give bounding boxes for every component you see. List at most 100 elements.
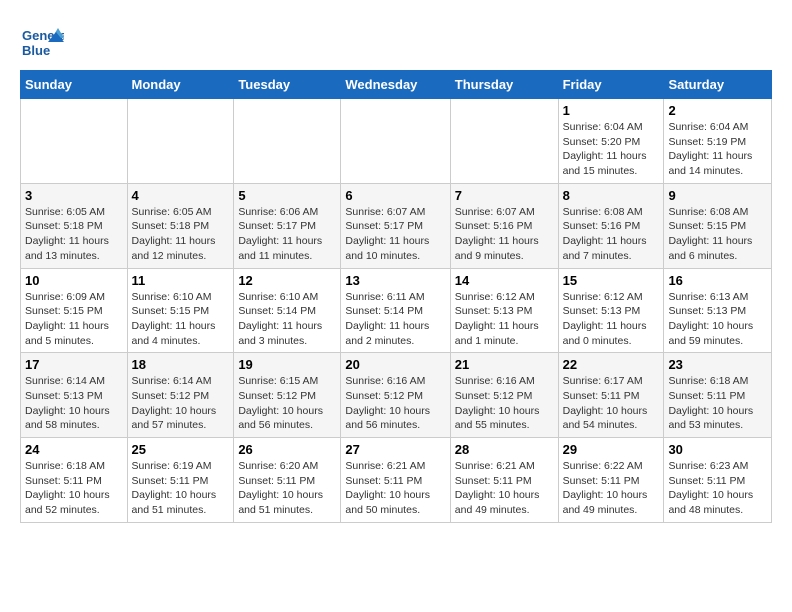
day-info: Sunrise: 6:08 AM Sunset: 5:16 PM Dayligh…: [563, 205, 660, 264]
day-header: Friday: [558, 71, 664, 99]
calendar-cell: [21, 99, 128, 184]
svg-text:Blue: Blue: [22, 43, 50, 58]
calendar-cell: 23 Sunrise: 6:18 AM Sunset: 5:11 PM Dayli…: [664, 353, 772, 438]
calendar-cell: 20 Sunrise: 6:16 AM Sunset: 5:12 PM Dayli…: [341, 353, 450, 438]
day-info: Sunrise: 6:10 AM Sunset: 5:14 PM Dayligh…: [238, 290, 336, 349]
day-header: Monday: [127, 71, 234, 99]
day-number: 10: [25, 273, 123, 288]
day-number: 1: [563, 103, 660, 118]
day-header: Thursday: [450, 71, 558, 99]
day-number: 8: [563, 188, 660, 203]
day-info: Sunrise: 6:16 AM Sunset: 5:12 PM Dayligh…: [455, 374, 554, 433]
day-number: 18: [132, 357, 230, 372]
day-number: 13: [345, 273, 445, 288]
calendar-cell: [341, 99, 450, 184]
calendar-cell: 9 Sunrise: 6:08 AM Sunset: 5:15 PM Daylig…: [664, 183, 772, 268]
calendar-cell: 29 Sunrise: 6:22 AM Sunset: 5:11 PM Dayli…: [558, 438, 664, 523]
calendar-week-row: 17 Sunrise: 6:14 AM Sunset: 5:13 PM Dayli…: [21, 353, 772, 438]
day-info: Sunrise: 6:08 AM Sunset: 5:15 PM Dayligh…: [668, 205, 767, 264]
calendar-cell: 26 Sunrise: 6:20 AM Sunset: 5:11 PM Dayli…: [234, 438, 341, 523]
day-info: Sunrise: 6:14 AM Sunset: 5:13 PM Dayligh…: [25, 374, 123, 433]
day-number: 12: [238, 273, 336, 288]
day-info: Sunrise: 6:12 AM Sunset: 5:13 PM Dayligh…: [455, 290, 554, 349]
calendar-cell: 13 Sunrise: 6:11 AM Sunset: 5:14 PM Dayli…: [341, 268, 450, 353]
calendar-week-row: 24Sunrise: 6:18 AM Sunset: 5:11 PM Dayli…: [21, 438, 772, 523]
logo: General Blue: [20, 20, 66, 60]
day-info: Sunrise: 6:20 AM Sunset: 5:11 PM Dayligh…: [238, 459, 336, 518]
calendar-cell: 17 Sunrise: 6:14 AM Sunset: 5:13 PM Dayli…: [21, 353, 128, 438]
calendar-cell: 30 Sunrise: 6:23 AM Sunset: 5:11 PM Dayli…: [664, 438, 772, 523]
day-number: 9: [668, 188, 767, 203]
calendar-cell: 18Sunrise: 6:14 AM Sunset: 5:12 PM Dayli…: [127, 353, 234, 438]
day-number: 22: [563, 357, 660, 372]
day-number: 21: [455, 357, 554, 372]
day-info: Sunrise: 6:18 AM Sunset: 5:11 PM Dayligh…: [25, 459, 123, 518]
day-info: Sunrise: 6:15 AM Sunset: 5:12 PM Dayligh…: [238, 374, 336, 433]
calendar-cell: 5 Sunrise: 6:06 AM Sunset: 5:17 PM Daylig…: [234, 183, 341, 268]
day-info: Sunrise: 6:12 AM Sunset: 5:13 PM Dayligh…: [563, 290, 660, 349]
day-number: 2: [668, 103, 767, 118]
day-info: Sunrise: 6:04 AM Sunset: 5:20 PM Dayligh…: [563, 120, 660, 179]
calendar-table: SundayMondayTuesdayWednesdayThursdayFrid…: [20, 70, 772, 523]
day-number: 17: [25, 357, 123, 372]
logo-icon: General Blue: [20, 20, 60, 60]
calendar-cell: 25Sunrise: 6:19 AM Sunset: 5:11 PM Dayli…: [127, 438, 234, 523]
day-info: Sunrise: 6:07 AM Sunset: 5:17 PM Dayligh…: [345, 205, 445, 264]
day-info: Sunrise: 6:17 AM Sunset: 5:11 PM Dayligh…: [563, 374, 660, 433]
calendar-cell: 6 Sunrise: 6:07 AM Sunset: 5:17 PM Daylig…: [341, 183, 450, 268]
calendar-header-row: SundayMondayTuesdayWednesdayThursdayFrid…: [21, 71, 772, 99]
calendar-cell: [450, 99, 558, 184]
day-info: Sunrise: 6:07 AM Sunset: 5:16 PM Dayligh…: [455, 205, 554, 264]
calendar-cell: 21 Sunrise: 6:16 AM Sunset: 5:12 PM Dayli…: [450, 353, 558, 438]
day-info: Sunrise: 6:22 AM Sunset: 5:11 PM Dayligh…: [563, 459, 660, 518]
calendar-cell: 27 Sunrise: 6:21 AM Sunset: 5:11 PM Dayli…: [341, 438, 450, 523]
day-number: 15: [563, 273, 660, 288]
day-number: 4: [132, 188, 230, 203]
day-number: 27: [345, 442, 445, 457]
calendar-week-row: 10Sunrise: 6:09 AM Sunset: 5:15 PM Dayli…: [21, 268, 772, 353]
calendar-cell: 15 Sunrise: 6:12 AM Sunset: 5:13 PM Dayli…: [558, 268, 664, 353]
calendar-cell: [127, 99, 234, 184]
calendar-cell: 11 Sunrise: 6:10 AM Sunset: 5:15 PM Dayli…: [127, 268, 234, 353]
day-info: Sunrise: 6:04 AM Sunset: 5:19 PM Dayligh…: [668, 120, 767, 179]
day-number: 23: [668, 357, 767, 372]
calendar-cell: 28 Sunrise: 6:21 AM Sunset: 5:11 PM Dayli…: [450, 438, 558, 523]
calendar-cell: 3Sunrise: 6:05 AM Sunset: 5:18 PM Daylig…: [21, 183, 128, 268]
day-number: 28: [455, 442, 554, 457]
day-number: 30: [668, 442, 767, 457]
day-info: Sunrise: 6:06 AM Sunset: 5:17 PM Dayligh…: [238, 205, 336, 264]
calendar-cell: [234, 99, 341, 184]
day-number: 19: [238, 357, 336, 372]
page-header: General Blue: [20, 20, 772, 60]
day-info: Sunrise: 6:21 AM Sunset: 5:11 PM Dayligh…: [345, 459, 445, 518]
day-info: Sunrise: 6:11 AM Sunset: 5:14 PM Dayligh…: [345, 290, 445, 349]
calendar-cell: 24Sunrise: 6:18 AM Sunset: 5:11 PM Dayli…: [21, 438, 128, 523]
day-number: 14: [455, 273, 554, 288]
day-header: Saturday: [664, 71, 772, 99]
day-number: 7: [455, 188, 554, 203]
day-number: 26: [238, 442, 336, 457]
day-number: 29: [563, 442, 660, 457]
day-number: 20: [345, 357, 445, 372]
day-info: Sunrise: 6:10 AM Sunset: 5:15 PM Dayligh…: [132, 290, 230, 349]
day-header: Tuesday: [234, 71, 341, 99]
day-info: Sunrise: 6:23 AM Sunset: 5:11 PM Dayligh…: [668, 459, 767, 518]
day-info: Sunrise: 6:16 AM Sunset: 5:12 PM Dayligh…: [345, 374, 445, 433]
day-number: 11: [132, 273, 230, 288]
calendar-cell: 16Sunrise: 6:13 AM Sunset: 5:13 PM Dayli…: [664, 268, 772, 353]
calendar-cell: 8 Sunrise: 6:08 AM Sunset: 5:16 PM Daylig…: [558, 183, 664, 268]
calendar-week-row: 1 Sunrise: 6:04 AM Sunset: 5:20 PM Daylig…: [21, 99, 772, 184]
calendar-cell: 19 Sunrise: 6:15 AM Sunset: 5:12 PM Dayli…: [234, 353, 341, 438]
day-header: Sunday: [21, 71, 128, 99]
day-number: 16: [668, 273, 767, 288]
calendar-cell: 2 Sunrise: 6:04 AM Sunset: 5:19 PM Daylig…: [664, 99, 772, 184]
day-number: 6: [345, 188, 445, 203]
day-number: 5: [238, 188, 336, 203]
calendar-cell: 12 Sunrise: 6:10 AM Sunset: 5:14 PM Dayli…: [234, 268, 341, 353]
calendar-cell: 7 Sunrise: 6:07 AM Sunset: 5:16 PM Daylig…: [450, 183, 558, 268]
calendar-week-row: 3Sunrise: 6:05 AM Sunset: 5:18 PM Daylig…: [21, 183, 772, 268]
day-info: Sunrise: 6:21 AM Sunset: 5:11 PM Dayligh…: [455, 459, 554, 518]
day-info: Sunrise: 6:18 AM Sunset: 5:11 PM Dayligh…: [668, 374, 767, 433]
day-number: 25: [132, 442, 230, 457]
calendar-cell: 1 Sunrise: 6:04 AM Sunset: 5:20 PM Daylig…: [558, 99, 664, 184]
